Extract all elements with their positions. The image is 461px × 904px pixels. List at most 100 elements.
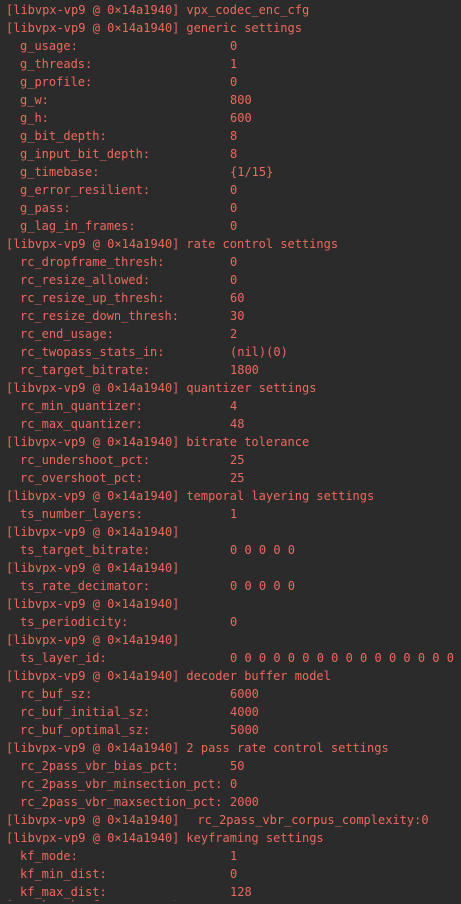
log-header: [libvpx-vp9 @ 0×14a1940] quantizer settin… [6,379,316,397]
log-prefix: [libvpx-vp9 @ 0×14a1940] [6,3,180,17]
setting-value: 0 [230,777,238,791]
setting-name: rc_undershoot_pct: [20,453,151,467]
log-line-setting: ts_number_layers: 1 [0,505,461,523]
log-header: [libvpx-vp9 @ 0×14a1940] [6,523,179,541]
section-title: temporal layering settings [186,489,375,503]
setting-name: rc_buf_sz: [20,687,93,701]
setting-name: kf_mode: [20,849,78,863]
section-title: rate control settings [186,237,339,251]
setting-name: rc_overshoot_pct: [20,471,143,485]
log-prefix: [libvpx-vp9 @ 0×14a1940] [6,21,180,35]
setting-name: g_pass: [20,201,71,215]
log-line-setting: ts_periodicity: 0 [0,613,461,631]
log-line-header: [libvpx-vp9 @ 0×14a1940] 2 pass rate cont… [0,739,461,757]
setting-name: rc_2pass_vbr_minsection_pct: [20,777,223,791]
log-prefix: [libvpx-vp9 @ 0×14a1940] [6,489,180,503]
setting-value: 0 [230,255,238,269]
setting-name: ts_periodicity: [20,615,129,629]
setting-value: 128 [230,885,252,899]
setting-name: ts_number_layers: [20,507,143,521]
log-line-setting: ts_target_bitrate: 0 0 0 0 0 [0,541,461,559]
log-line-setting: g_usage: 0 [0,37,461,55]
setting-value: 0 [230,219,238,233]
log-line-setting: kf_mode: 1 [0,847,461,865]
setting-name: ts_rate_decimator: [20,579,151,593]
log-header: [libvpx-vp9 @ 0×14a1940] vpx_codec_enc_cf… [6,1,309,19]
log-prefix: [libvpx-vp9 @ 0×14a1940] [6,561,180,575]
setting-value: 1 [230,507,238,521]
log-line-setting: rc_resize_down_thresh: 30 [0,307,461,325]
log-prefix: [libvpx-vp9 @ 0×14a1940] [6,237,180,251]
setting-name: rc_2pass_vbr_maxsection_pct: [20,795,223,809]
log-prefix: [libvpx-vp9 @ 0×14a1940] [6,900,175,902]
setting-value: 0 [230,39,238,53]
log-prefix: [libvpx-vp9 @ 0×14a1940] [6,435,180,449]
log-line-setting: rc_end_usage: 2 [0,325,461,343]
setting-value: 25 [230,471,245,485]
terminal-output[interactable]: [libvpx-vp9 @ 0×14a1940] vpx_codec_enc_cf… [0,0,461,904]
log-line-setting: rc_resize_up_thresh: 60 [0,289,461,307]
setting-name: g_profile: [20,75,93,89]
setting-value: 60 [230,291,245,305]
log-line-setting: rc_twopass_stats_in: (nil)(0) [0,343,461,361]
setting-name: rc_min_quantizer: [20,399,143,413]
setting-value: 600 [230,111,252,125]
log-line-setting: rc_dropframe_thresh: 0 [0,253,461,271]
log-prefix: [libvpx-vp9 @ 0×14a1940] [6,597,180,611]
section-title: generic settings [186,21,302,35]
setting-name: g_h: [20,111,49,125]
setting-value: (nil)(0) [230,345,288,359]
setting-value: 0 0 0 0 0 0 0 0 0 0 0 0 0 0 0 0 0 0 [230,651,461,665]
setting-name: rc_buf_initial_sz: [20,705,151,719]
setting-value: 2000 [230,795,259,809]
setting-value: 0 [230,615,238,629]
setting-value: 6000 [230,687,259,701]
log-header: [libvpx-vp9 @ 0×14a1940] 2 pass rate cont… [6,739,389,757]
setting-name: g_w: [20,93,49,107]
setting-name: rc_max_quantizer: [20,417,143,431]
log-header: [libvpx-vp9 @ 0×14a1940] decoder buffer m… [6,667,331,685]
setting-name: ts_layer_id: [20,651,107,665]
log-line-setting: ts_rate_decimator: 0 0 0 0 0 [0,577,461,595]
setting-value: 0 [230,201,238,215]
log-header: [libvpx-vp9 @ 0×14a1940] generic settings [6,19,302,37]
setting-value: 0 0 0 0 0 [230,579,296,593]
log-line-header: [libvpx-vp9 @ 0×14a1940] keyframing setti… [0,829,461,847]
section-title: vpx_codec_enc_cfg [186,3,310,17]
log-header: [libvpx-vp9 @ 0×14a1940] bitrate toleranc… [6,433,309,451]
setting-name: g_bit_depth: [20,129,107,143]
setting-name: rc_end_usage: [20,327,114,341]
log-line-setting: rc_buf_initial_sz: 4000 [0,703,461,721]
log-line-setting: rc_overshoot_pct: 25 [0,469,461,487]
setting-name: rc_twopass_stats_in: [20,345,165,359]
setting-value: 48 [230,417,245,431]
log-prefix: [libvpx-vp9 @ 0×14a1940] [6,741,180,755]
setting-value: 4 [230,399,238,413]
log-prefix: [libvpx-vp9 @ 0×14a1940] [6,831,180,845]
log-line-setting: rc_2pass_vbr_minsection_pct: 0 [0,775,461,793]
setting-value: {1/15} [230,165,274,179]
log-header: [libvpx-vp9 @ 0×14a1940] [6,595,179,613]
setting-name: g_error_resilient: [20,183,151,197]
log-line-setting: g_profile: 0 [0,73,461,91]
log-line-setting: g_pass: 0 [0,199,461,217]
setting-name: g_usage: [20,39,78,53]
log-header: [libvpx-vp9 @ 0×14a1940] keyframing setti… [6,829,324,847]
setting-name: ts_target_bitrate: [20,543,151,557]
log-line-setting: rc_2pass_vbr_maxsection_pct: 2000 [0,793,461,811]
log-line-setting: rc_buf_optimal_sz: 5000 [0,721,461,739]
log-header: [libvpx-vp9 @ 0×14a1940] rc_2pass_vbr_cor… [6,811,429,829]
setting-name: rc_target_bitrate: [20,363,151,377]
log-line-setting: g_bit_depth: 8 [0,127,461,145]
setting-name: rc_resize_down_thresh: [20,309,179,323]
log-header: [libvpx-vp9 @ 0×14a1940] [6,631,179,649]
section-title: bitrate tolerance [186,435,310,449]
setting-name: g_input_bit_depth: [20,147,151,161]
setting-value: 8 [230,147,238,161]
log-line-setting: g_timebase: {1/15} [0,163,461,181]
setting-value: 5000 [230,723,259,737]
setting-value: 800 [230,93,252,107]
setting-name: kf_min_dist: [20,867,107,881]
setting-name: rc_2pass_vbr_bias_pct: [20,759,179,773]
setting-value: 50 [230,759,245,773]
